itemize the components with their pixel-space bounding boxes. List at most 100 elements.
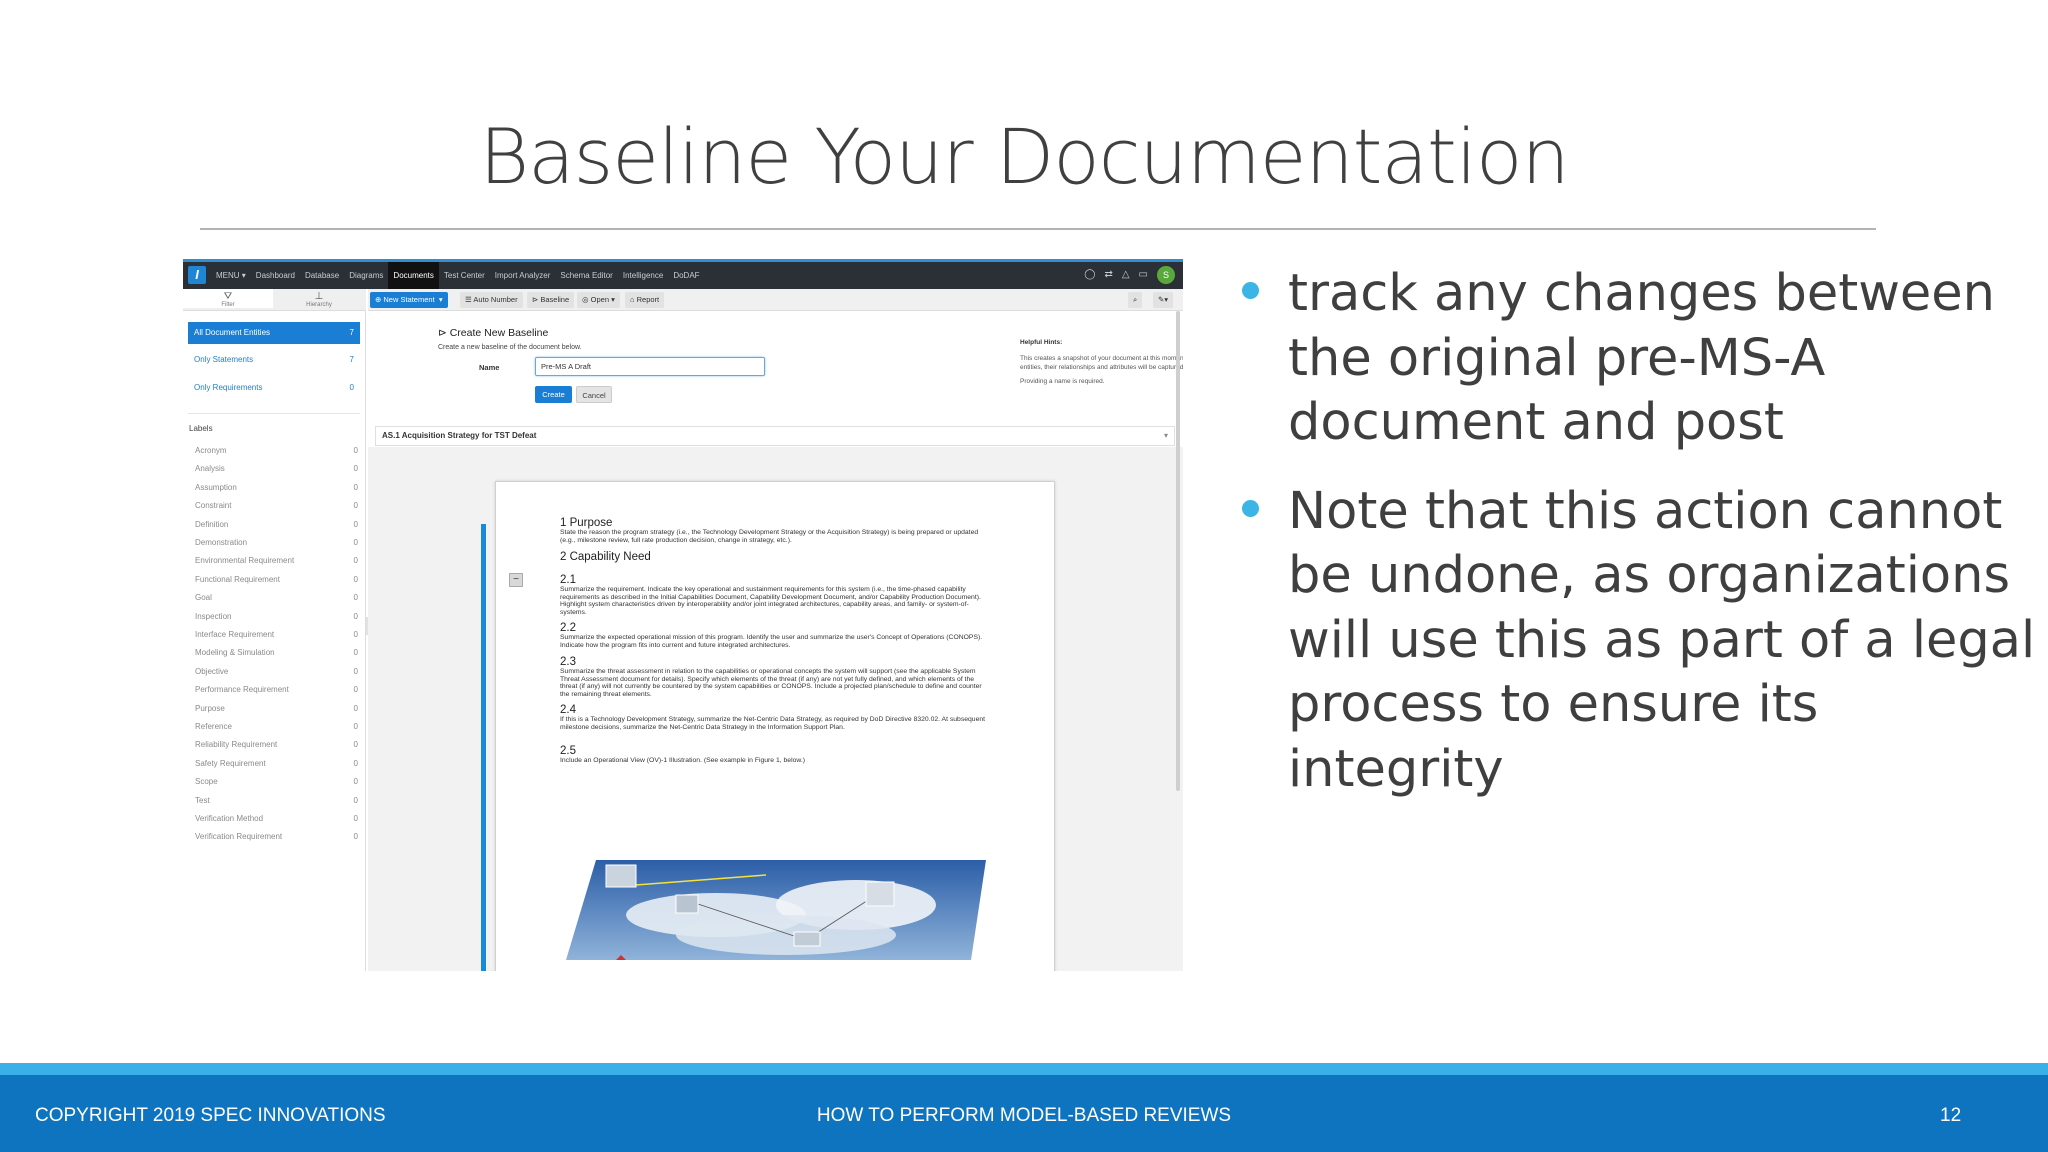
label-filter-item[interactable]: Modeling & Simulation 0 — [195, 644, 361, 662]
nav-diagrams[interactable]: Diagrams — [344, 262, 388, 289]
search-icon[interactable]: ⌕ — [1128, 292, 1143, 308]
bullet-list: track any changes between the original p… — [1236, 262, 2036, 826]
tab-filter[interactable]: ⛛ Filter — [183, 289, 273, 308]
nav-dashboard[interactable]: Dashboard — [251, 262, 300, 289]
nav-test-center[interactable]: Test Center — [439, 262, 490, 289]
label-count: 0 — [353, 593, 358, 603]
label-filter-item[interactable]: Reliability Requirement 0 — [195, 736, 361, 754]
label-filter-item[interactable]: Constraint 0 — [195, 497, 361, 515]
entity-count: 7 — [349, 355, 354, 364]
nav-intelligence[interactable]: Intelligence — [618, 262, 668, 289]
label-name: Assumption — [195, 482, 237, 492]
label-count: 0 — [353, 574, 358, 584]
label-filter-item[interactable]: Assumption 0 — [195, 479, 361, 497]
bullet-item: track any changes between the original p… — [1236, 262, 2036, 456]
baseline-name-input[interactable]: Pre-MS A Draft — [535, 357, 765, 376]
new-statement-button[interactable]: ⊕ New Statement ▾ — [370, 292, 448, 308]
label-name: Verification Requirement — [195, 832, 283, 842]
label-filter-item[interactable]: Acronym 0 — [195, 442, 361, 460]
ov1-illustration — [566, 860, 986, 960]
document-toolbar: ⊕ New Statement ▾ ☰ Auto Number ⊳ Baseli… — [368, 289, 1183, 311]
footer-title: HOW TO PERFORM MODEL-BASED REVIEWS — [816, 1105, 1232, 1126]
entity-requirements[interactable]: Only Requirements 0 — [188, 377, 360, 399]
tools-icon[interactable]: ✎▾ — [1153, 292, 1174, 308]
baseline-button[interactable]: ⊳ Baseline — [527, 292, 575, 308]
document-selector[interactable]: AS.1 Acquisition Strategy for TST Defeat… — [375, 426, 1175, 446]
bullet-dot-icon — [1242, 282, 1259, 299]
label-filter-item[interactable]: Reference 0 — [195, 718, 361, 736]
baseline-label: Baseline — [540, 295, 570, 304]
collapse-section-button[interactable]: − — [509, 573, 523, 587]
report-button[interactable]: ⌂ Report — [625, 292, 665, 308]
entity-statements[interactable]: Only Statements 7 — [188, 349, 360, 371]
entity-count: 0 — [349, 383, 354, 392]
share-icon[interactable]: ⇄ — [1104, 266, 1112, 284]
nav-documents[interactable]: Documents — [388, 262, 439, 289]
nav-dodaf[interactable]: DoDAF — [668, 262, 704, 289]
label-filter-item[interactable]: Performance Requirement 0 — [195, 681, 361, 699]
section-body: Summarize the requirement. Indicate the … — [560, 586, 981, 616]
create-button[interactable]: Create — [535, 386, 572, 403]
section-body: If this is a Technology Development Stra… — [560, 716, 986, 731]
folder-icon[interactable]: ▭ — [1139, 266, 1148, 284]
auto-number-button[interactable]: ☰ Auto Number — [460, 292, 523, 308]
entity-all[interactable]: All Document Entities 7 — [188, 322, 360, 344]
label-filter-item[interactable]: Functional Requirement 0 — [195, 571, 361, 589]
hint-text-required: Providing a name is required. — [1020, 378, 1105, 385]
label-filter-item[interactable]: Objective 0 — [195, 663, 361, 681]
section-heading: 2 Capability Need — [560, 551, 651, 563]
label-filter-item[interactable]: Scope 0 — [195, 773, 361, 791]
nav-schema-editor[interactable]: Schema Editor — [555, 262, 617, 289]
app-logo[interactable]: I — [188, 266, 206, 284]
label-filter-item[interactable]: Verification Requirement 0 — [195, 828, 361, 846]
entity-label: Only Statements — [194, 355, 254, 364]
label-count: 0 — [353, 685, 358, 695]
tab-hierarchy[interactable]: ⊥ Hierarchy — [274, 292, 364, 309]
bullet-dot-icon — [1242, 499, 1259, 517]
section-heading: 2.1 — [560, 574, 576, 586]
label-name: Scope — [195, 777, 218, 787]
bell-icon[interactable]: △ — [1122, 266, 1130, 284]
label-name: Goal — [195, 593, 212, 603]
label-filter-item[interactable]: Inspection 0 — [195, 608, 361, 626]
label-name: Performance Requirement — [195, 685, 289, 695]
label-name: Verification Method — [195, 814, 264, 823]
chevron-down-icon: ▾ — [1163, 431, 1168, 440]
label-count: 0 — [353, 538, 358, 547]
label-filter-item[interactable]: Purpose 0 — [195, 700, 361, 718]
section-heading: 2.2 — [560, 622, 576, 634]
label-filter-item[interactable]: Verification Method 0 — [195, 810, 361, 828]
labels-heading: Labels — [189, 424, 213, 433]
section-2-4: 2.4 If this is a Technology Development … — [560, 704, 990, 731]
cancel-button[interactable]: Cancel — [576, 386, 612, 403]
label-name: Acronym — [195, 446, 227, 455]
label-count: 0 — [353, 814, 358, 823]
document-page: 1 Purpose State the reason the program s… — [495, 481, 1055, 971]
label-name: Objective — [195, 666, 229, 676]
label-filter-item[interactable]: Analysis 0 — [195, 460, 361, 478]
section-2-3: 2.3 Summarize the threat assessment in r… — [560, 656, 990, 698]
sidebar-divider — [188, 413, 360, 414]
label-filter-item[interactable]: Test 0 — [195, 792, 361, 810]
label-count: 0 — [353, 722, 358, 731]
label-filter-item[interactable]: Definition 0 — [195, 516, 361, 534]
label-filter-item[interactable]: Safety Requirement 0 — [195, 755, 361, 773]
label-filter-item[interactable]: Goal 0 — [195, 589, 361, 607]
section-body: Summarize the threat assessment in relat… — [560, 668, 982, 698]
open-button[interactable]: ◎ Open ▾ — [577, 292, 620, 308]
top-icons: ◯ ⇄ △ ▭ S — [1084, 266, 1175, 284]
label-count: 0 — [353, 630, 358, 639]
nav-import-analyzer[interactable]: Import Analyzer — [490, 262, 556, 289]
chat-icon[interactable]: ◯ — [1084, 266, 1095, 284]
nav-database[interactable]: Database — [300, 262, 344, 289]
label-filter-item[interactable]: Environmental Requirement 0 — [195, 552, 361, 570]
tab-filter-label: Filter — [221, 302, 235, 308]
label-name: Demonstration — [195, 538, 248, 547]
nav-menu[interactable]: MENU ▾ — [211, 262, 251, 289]
label-name: Inspection — [195, 611, 232, 621]
user-avatar[interactable]: S — [1157, 266, 1175, 284]
label-filter-item[interactable]: Demonstration 0 — [195, 534, 361, 552]
slide-title: Baseline Your Documentation — [479, 112, 1569, 201]
scrollbar[interactable] — [1176, 311, 1180, 791]
label-filter-item[interactable]: Interface Requirement 0 — [195, 626, 361, 644]
